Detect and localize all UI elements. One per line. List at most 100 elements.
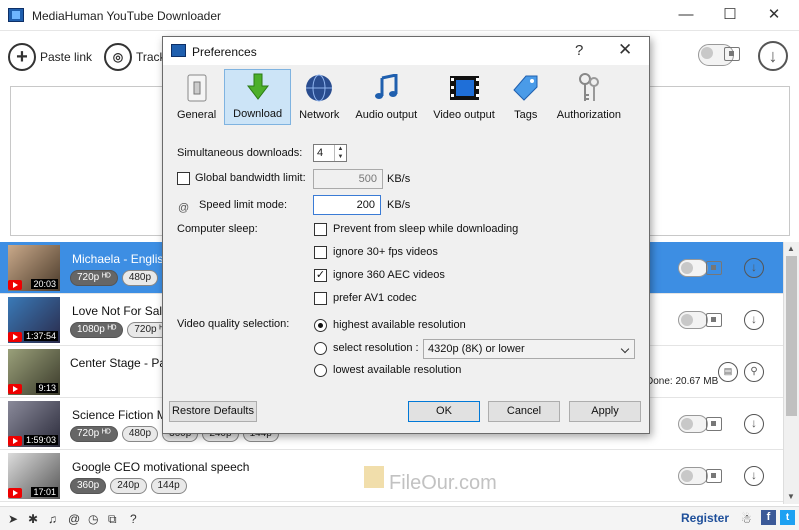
gear-icon[interactable]: ✱ (28, 512, 38, 526)
apply-button[interactable]: Apply (569, 401, 641, 422)
lowest-resolution-label: lowest available resolution (333, 364, 462, 376)
dialog-close-button[interactable]: ✕ (618, 40, 632, 60)
minimize-button[interactable]: — (664, 4, 708, 26)
download-all-button[interactable]: ↓ (758, 41, 788, 71)
video-thumbnail: 20:03 (8, 245, 60, 291)
switch-icon (182, 73, 212, 103)
ignore-360-label: ignore 360 AEC videos (333, 269, 445, 281)
open-file-button[interactable]: ▤ (718, 362, 738, 382)
film-icon (449, 73, 479, 103)
format-chip[interactable]: 144p (150, 478, 187, 494)
stepper-value: 4 (317, 147, 324, 159)
format-chip[interactable]: 720p ᴴᴰ (70, 270, 118, 286)
globe-icon (304, 73, 334, 103)
scroll-up-icon[interactable]: ▲ (787, 244, 795, 253)
convert-toggle[interactable] (678, 259, 708, 277)
ignore-30fps-checkbox[interactable] (314, 246, 327, 259)
format-chip[interactable]: 1080p ᴴᴰ (70, 322, 124, 338)
ignore-30fps-label: ignore 30+ fps videos (333, 246, 438, 258)
prevent-sleep-label: Prevent from sleep while downloading (333, 223, 519, 235)
format-chips: 720p ᴴᴰ 480p (70, 270, 159, 286)
binoculars-icon: ◎ (104, 43, 132, 71)
duration-label: 9:13 (36, 383, 58, 393)
video-thumbnail: 1:59:03 (8, 401, 60, 447)
select-resolution-radio[interactable] (314, 342, 327, 355)
convert-toggle[interactable] (678, 467, 708, 485)
bandwidth-limit-checkbox[interactable] (177, 172, 190, 185)
youtube-icon (8, 280, 22, 290)
tab-label: Download (233, 108, 283, 120)
highest-resolution-radio[interactable] (314, 319, 327, 332)
film-icon (706, 417, 722, 431)
tab-label: Network (299, 109, 340, 121)
convert-toggle[interactable] (678, 311, 708, 329)
video-title: Michaela - English I (72, 252, 177, 266)
binoculars-icon[interactable]: ⧉ (108, 512, 117, 527)
download-button[interactable]: ↓ (744, 258, 764, 278)
tab-label: General (177, 109, 217, 121)
download-button[interactable]: ↓ (744, 310, 764, 330)
help-icon[interactable]: ? (130, 512, 137, 526)
tab-video-output[interactable]: Video output (425, 69, 503, 125)
help-button[interactable]: ? (575, 42, 583, 59)
scrollbar-thumb[interactable] (786, 256, 797, 416)
convert-toggle[interactable] (678, 415, 708, 433)
lowest-resolution-radio[interactable] (314, 364, 327, 377)
tab-download[interactable]: Download (224, 69, 292, 125)
register-link[interactable]: Register (681, 511, 729, 525)
film-icon (724, 47, 740, 61)
close-button[interactable]: ✕ (752, 4, 796, 26)
tab-authorization[interactable]: Authorization (549, 69, 629, 125)
film-icon (706, 261, 722, 275)
simultaneous-downloads-stepper[interactable]: 4 ▲ ▼ (313, 144, 347, 162)
youtube-icon (8, 332, 22, 342)
speed-limit-field[interactable]: 200 (313, 195, 381, 215)
simultaneous-downloads-label: Simultaneous downloads: (177, 147, 303, 159)
dialog-title-bar: Preferences ? ✕ (163, 37, 649, 65)
track-button[interactable]: ◎ Track (104, 42, 166, 72)
bandwidth-limit-field[interactable]: 500 (313, 169, 383, 189)
duration-label: 20:03 (31, 279, 58, 289)
prefer-av1-checkbox[interactable] (314, 292, 327, 305)
video-thumbnail: 9:13 (8, 349, 60, 395)
watermark-text: FileOur.com (389, 472, 497, 494)
app-logo-icon (171, 44, 186, 57)
format-chips: 1080p ᴴᴰ 720p ᴴᴰ (70, 322, 176, 338)
resolution-select[interactable]: 4320p (8K) or lower (423, 339, 635, 359)
search-icon[interactable]: ⚲ (744, 362, 764, 382)
prevent-sleep-checkbox[interactable] (314, 223, 327, 236)
download-button[interactable]: ↓ (744, 414, 764, 434)
format-chip[interactable]: 480p (121, 426, 159, 442)
ok-button[interactable]: OK (408, 401, 480, 422)
paste-link-button[interactable]: + Paste link (8, 42, 92, 72)
tab-tags[interactable]: Tags (503, 69, 549, 125)
paste-link-label: Paste link (40, 50, 93, 64)
tab-audio-output[interactable]: Audio output (347, 69, 425, 125)
snail-icon: @ (178, 202, 190, 214)
highest-resolution-label: highest available resolution (333, 319, 466, 331)
snail-icon[interactable]: @ (68, 512, 80, 526)
download-button[interactable]: ↓ (744, 466, 764, 486)
dialog-title: Preferences (192, 45, 257, 59)
preferences-dialog: Preferences ? ✕ General Download Network… (162, 36, 650, 434)
send-icon[interactable]: ➤ (8, 512, 18, 526)
download-arrow-icon (243, 72, 273, 102)
list-scrollbar[interactable]: ▲ ▼ (783, 242, 799, 504)
stepper-arrows-icon[interactable]: ▲ ▼ (334, 145, 346, 161)
ignore-360-checkbox[interactable]: ✓ (314, 269, 327, 282)
twitter-icon[interactable]: t (780, 510, 795, 525)
cancel-button[interactable]: Cancel (488, 401, 560, 422)
robot-icon[interactable]: ☃ (741, 512, 752, 526)
facebook-icon[interactable]: f (761, 510, 776, 525)
format-chip[interactable]: 480p (121, 270, 159, 286)
clock-icon[interactable]: ◷ (88, 512, 98, 526)
format-chip[interactable]: 720p ᴴᴰ (70, 426, 118, 442)
maximize-button[interactable]: ☐ (708, 4, 752, 26)
music-note-icon[interactable]: ♫ (48, 512, 57, 526)
scroll-down-icon[interactable]: ▼ (787, 492, 795, 501)
restore-defaults-button[interactable]: Restore Defaults (169, 401, 257, 422)
format-chip[interactable]: 360p (70, 478, 107, 494)
tab-network[interactable]: Network (291, 69, 347, 125)
format-chip[interactable]: 240p (110, 478, 147, 494)
tab-general[interactable]: General (169, 69, 224, 125)
